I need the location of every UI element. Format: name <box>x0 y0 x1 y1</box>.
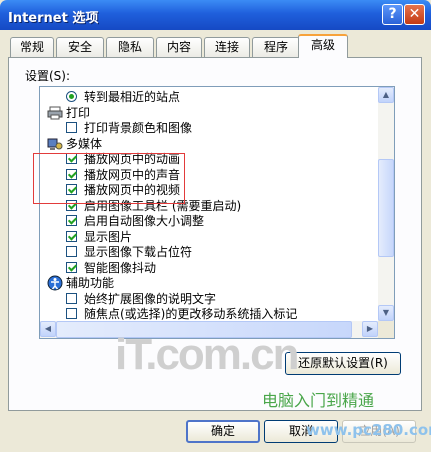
option-label: 智能图像抖动 <box>84 260 157 275</box>
vertical-scroll-thumb[interactable] <box>378 159 394 257</box>
close-icon: ✕ <box>408 6 421 22</box>
option-label: 显示图片 <box>84 229 133 244</box>
settings-option[interactable]: 随焦点(或选择)的更改移动系统插入标记 <box>40 306 378 321</box>
settings-option[interactable]: 显示图像下载占位符 <box>40 244 378 260</box>
tab-5[interactable]: 连接 <box>204 37 250 57</box>
checkbox[interactable] <box>66 215 77 226</box>
settings-option[interactable]: 始终扩展图像的说明文字 <box>40 291 378 307</box>
scroll-corner <box>378 321 394 338</box>
radio-button[interactable] <box>66 91 77 102</box>
help-button[interactable]: ? <box>382 4 403 25</box>
checkbox[interactable] <box>66 122 77 133</box>
tab-6[interactable]: 程序 <box>252 37 300 57</box>
option-label: 打印背景颜色和图像 <box>84 121 193 135</box>
option-label: 转到最相近的站点 <box>84 90 181 104</box>
tab-4[interactable]: 内容 <box>156 37 202 57</box>
vertical-scrollbar[interactable]: ▲ ▼ <box>378 87 394 321</box>
ok-button[interactable]: 确定 <box>186 420 260 443</box>
settings-list[interactable]: 转到最相近的站点 打印 打印背景颜色和图像 多媒体 播放网页中的动画 播放网页中的声音 播放… <box>39 86 395 339</box>
option-label: 显示图像下载占位符 <box>84 245 193 259</box>
settings-group: 辅助功能 <box>40 275 378 291</box>
option-label: 随焦点(或选择)的更改移动系统插入标记 <box>84 307 298 321</box>
settings-group: 多媒体 <box>40 136 378 152</box>
scroll-right-icon[interactable]: ▶ <box>362 321 378 337</box>
window-title: Internet 选项 <box>8 11 99 26</box>
watermark-logo: iT.com.cn <box>115 330 299 379</box>
printer-icon <box>47 106 63 119</box>
settings-option[interactable]: 智能图像抖动 <box>40 260 378 276</box>
settings-option[interactable]: 启用自动图像大小调整 <box>40 213 378 229</box>
option-label: 打印 <box>66 105 91 120</box>
checkbox[interactable] <box>66 292 77 304</box>
settings-label: 设置(S): <box>25 69 71 83</box>
checkbox[interactable] <box>66 308 77 319</box>
watermark-url: www.pc280.com <box>306 421 431 439</box>
checkbox[interactable] <box>66 261 77 273</box>
tab-3[interactable]: 隐私 <box>106 37 154 57</box>
watermark-caption: 电脑入门到精通 <box>262 391 375 410</box>
accessibility-icon <box>47 275 63 291</box>
scroll-left-icon[interactable]: ◀ <box>40 321 56 337</box>
option-label: 启用自动图像大小调整 <box>84 214 205 228</box>
internet-options-dialog: Internet 选项 ? ✕ 常规 安全 隐私 内容 连接 程序 高级 设置(S): 转到… <box>0 0 431 452</box>
settings-items: 转到最相近的站点 打印 打印背景颜色和图像 多媒体 播放网页中的动画 播放网页中的声音 播放… <box>40 87 378 321</box>
multimedia-icon <box>47 138 63 150</box>
title-bar[interactable]: Internet 选项 ? ✕ <box>0 0 431 30</box>
tab-1[interactable]: 常规 <box>10 37 54 57</box>
scroll-down-icon[interactable]: ▼ <box>378 305 394 321</box>
tab-2[interactable]: 安全 <box>56 37 104 57</box>
checkbox[interactable] <box>66 230 77 242</box>
settings-option[interactable]: 打印背景颜色和图像 <box>40 120 378 136</box>
settings-option[interactable]: 显示图片 <box>40 229 378 245</box>
restore-defaults-button[interactable]: 还原默认设置(R) <box>285 352 401 375</box>
close-button[interactable]: ✕ <box>404 4 425 25</box>
scroll-up-icon[interactable]: ▲ <box>378 87 394 103</box>
settings-group: 打印 <box>40 105 378 121</box>
settings-option[interactable]: 转到最相近的站点 <box>40 89 378 105</box>
checkbox[interactable] <box>66 246 77 257</box>
option-label: 多媒体 <box>66 136 103 151</box>
highlight-box <box>33 153 185 204</box>
tab-7[interactable]: 高级 <box>298 34 348 58</box>
option-label: 辅助功能 <box>66 276 115 290</box>
option-label: 始终扩展图像的说明文字 <box>84 291 217 306</box>
